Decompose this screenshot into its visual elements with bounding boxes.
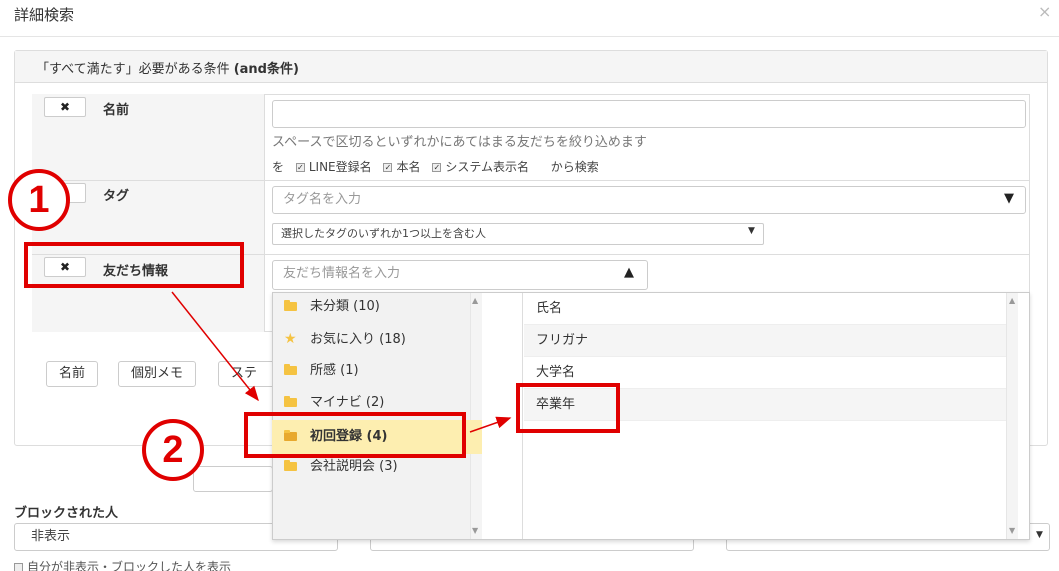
arrow-category-to-item xyxy=(469,416,512,433)
annotation-arrows xyxy=(171,291,512,433)
arrow-step1-to-category xyxy=(171,291,259,402)
